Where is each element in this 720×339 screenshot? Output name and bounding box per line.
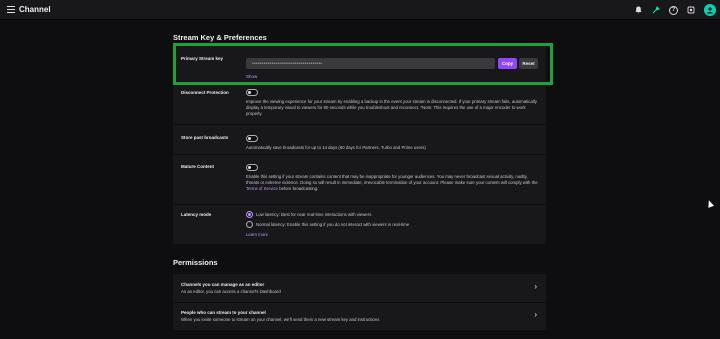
store-past-broadcasts-label: Store past broadcasts [181, 135, 229, 140]
extensions-icon[interactable] [651, 5, 661, 15]
low-latency-radio[interactable] [246, 211, 253, 218]
store-past-broadcasts-description: Automatically save broadcasts for up to … [246, 145, 426, 150]
mouse-cursor-icon [705, 199, 715, 208]
normal-latency-label: Normal latency: Enable this setting if y… [256, 222, 410, 227]
normal-latency-radio[interactable] [246, 221, 253, 228]
stream-together-item[interactable]: People who can stream to your channel Wh… [173, 302, 546, 330]
disconnect-protection-toggle[interactable] [246, 89, 258, 96]
mature-content-row: Mature Content Enable this setting if yo… [173, 154, 546, 204]
disconnect-protection-label: Disconnect Protection [181, 90, 229, 95]
store-past-broadcasts-toggle[interactable] [246, 135, 258, 142]
highlight-box [173, 43, 553, 85]
section-title-stream-key: Stream Key & Preferences [173, 33, 267, 42]
terms-of-service-link[interactable]: Terms of Service [246, 186, 278, 191]
mature-content-description-end: before broadcasting. [278, 186, 319, 192]
editor-channels-subtitle: As an editor, you can access a channel's… [181, 289, 281, 294]
mature-content-toggle[interactable] [246, 164, 258, 171]
latency-mode-label: Latency mode [181, 212, 212, 217]
settings-icon[interactable] [686, 5, 696, 15]
help-icon[interactable]: ? [669, 5, 678, 15]
mature-content-label: Mature Content [181, 164, 214, 169]
top-navigation-bar: Channel ? [0, 0, 720, 20]
chevron-right-icon[interactable]: › [534, 282, 537, 291]
latency-mode-row: Latency mode Low latency: Best for near … [173, 204, 546, 244]
chevron-right-icon[interactable]: › [534, 310, 537, 319]
store-past-broadcasts-row: Store past broadcasts Automatically save… [173, 124, 546, 154]
menu-icon[interactable] [7, 6, 15, 13]
permissions-card: Channels you can manage as an editor As … [173, 274, 546, 330]
stream-together-subtitle: When you invite someone to stream on you… [181, 317, 380, 322]
disconnect-protection-row: Disconnect Protection Improve the viewin… [173, 83, 546, 124]
mature-content-description: Enable this setting if your stream conta… [246, 174, 541, 193]
top-icons-group: ? [633, 3, 716, 17]
page-title: Channel [19, 5, 51, 14]
avatar[interactable] [704, 4, 716, 16]
section-title-permissions: Permissions [173, 258, 218, 267]
editor-channels-item[interactable]: Channels you can manage as an editor As … [173, 274, 546, 302]
stream-together-title: People who can stream to your channel [181, 310, 266, 315]
low-latency-label: Low latency: Best for near real-time int… [256, 212, 372, 217]
learn-more-link[interactable]: Learn more [246, 232, 268, 237]
disconnect-protection-description: Improve the viewing experience for your … [246, 99, 537, 117]
notifications-icon[interactable] [633, 5, 643, 15]
mature-content-description-text: Enable this setting if your stream conta… [246, 174, 538, 186]
editor-channels-title: Channels you can manage as an editor [181, 282, 265, 287]
